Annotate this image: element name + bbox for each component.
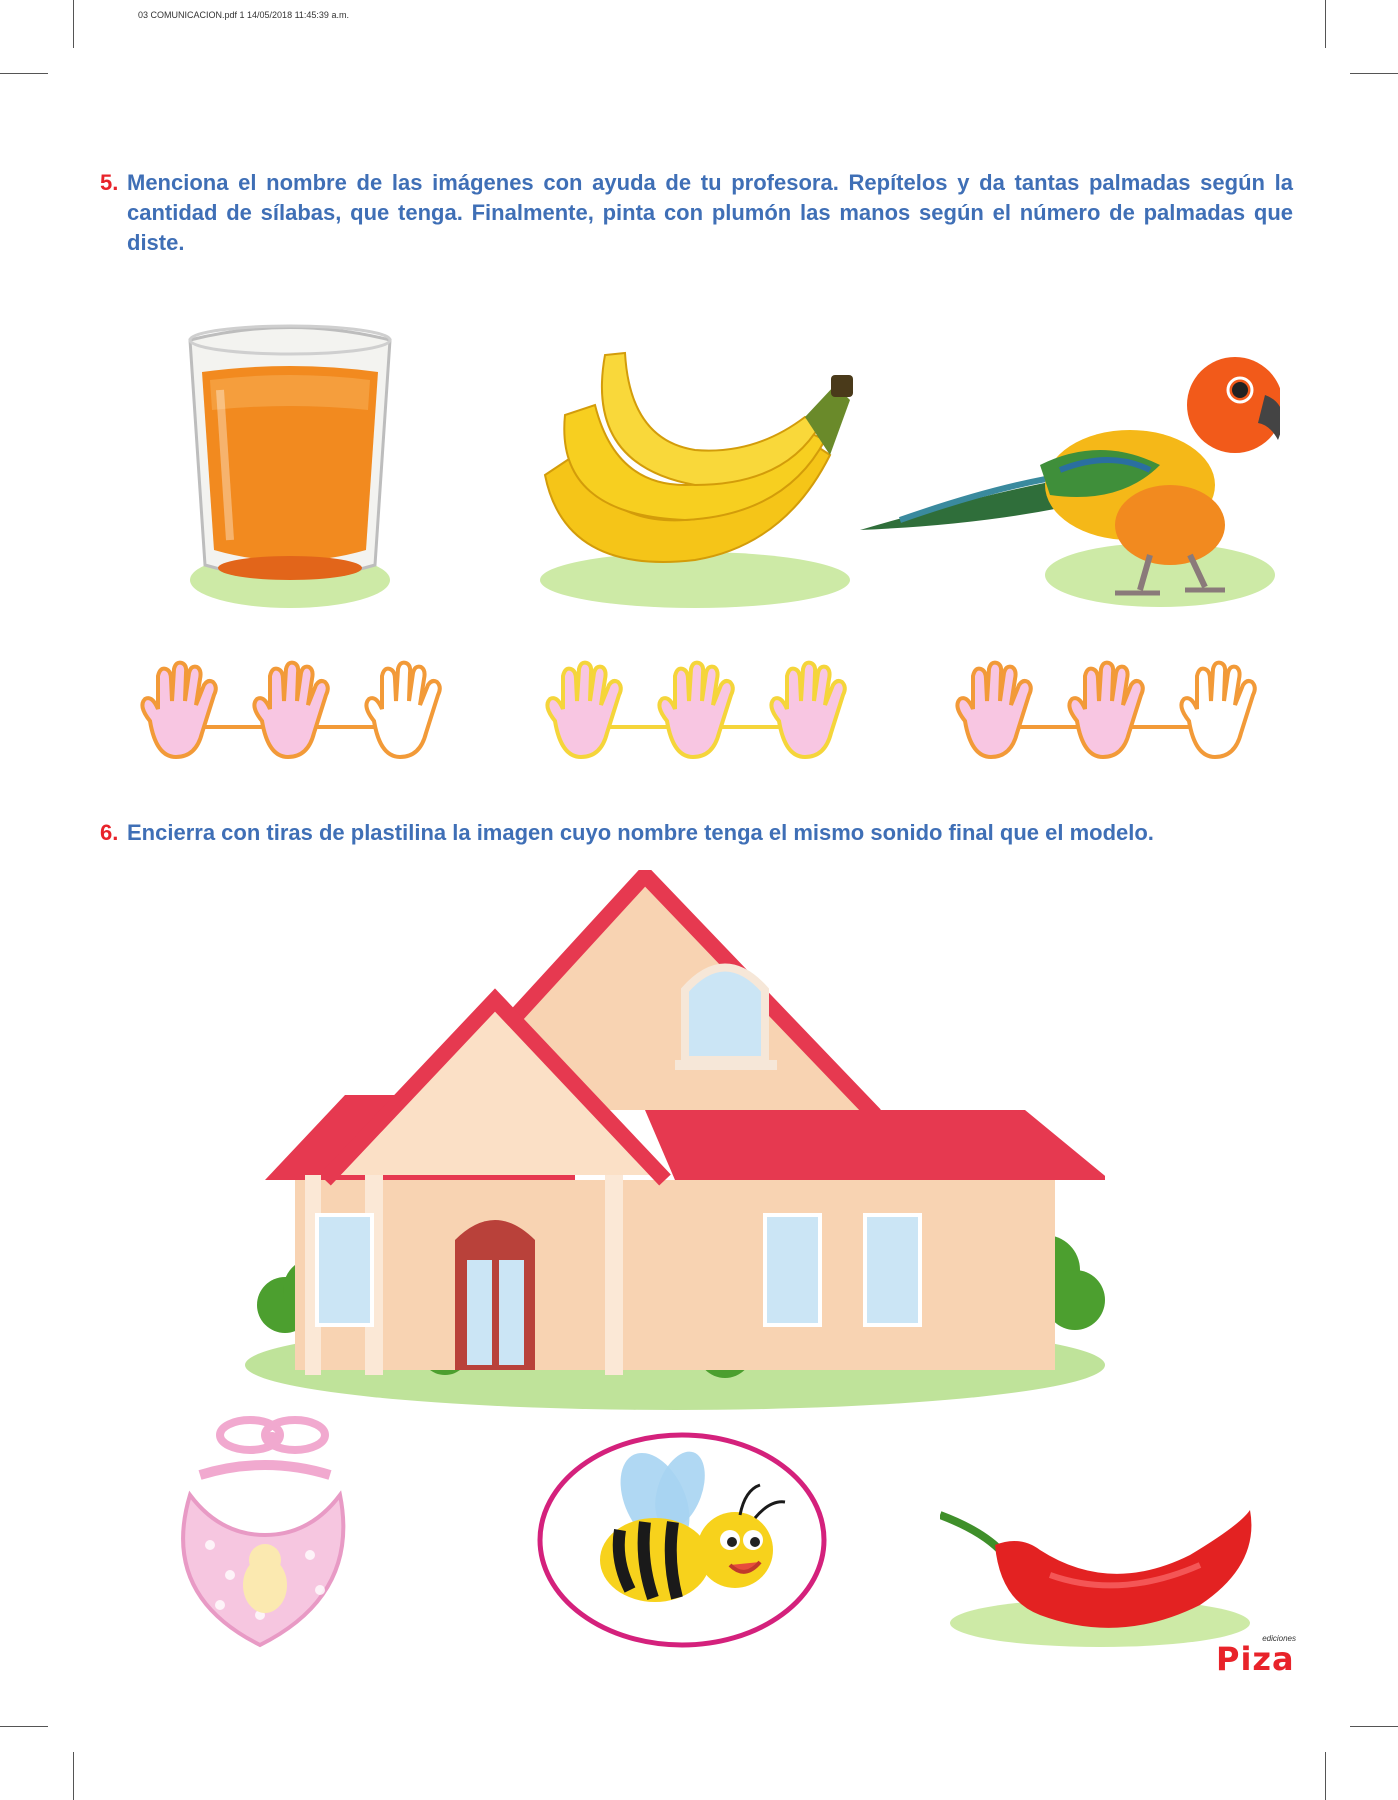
crop-mark xyxy=(1325,0,1326,48)
publisher-logo: ediciones Piza xyxy=(1216,1634,1298,1678)
crop-mark xyxy=(1325,1752,1326,1800)
clap-hand-icon xyxy=(545,660,623,760)
exercise-number: 5. xyxy=(100,170,119,195)
parrot-image xyxy=(860,357,1280,607)
clap-hand-icon xyxy=(140,660,218,760)
clap-hand-icon xyxy=(657,660,735,760)
crop-mark xyxy=(73,1752,74,1800)
juice-glass-image xyxy=(188,324,392,608)
house-image xyxy=(245,870,1105,1410)
crop-mark xyxy=(1350,73,1398,74)
clap-hands-group-1 xyxy=(140,660,442,760)
bee-image xyxy=(537,1432,827,1648)
clap-hand-icon xyxy=(1067,660,1145,760)
crop-mark xyxy=(1350,1726,1398,1727)
chili-pepper-image xyxy=(940,1510,1252,1647)
clap-hand-icon xyxy=(364,660,442,760)
clap-hands-group-3 xyxy=(955,660,1257,760)
clap-hands-group-2 xyxy=(545,660,847,760)
bananas-image xyxy=(540,351,853,608)
exercise-5: 5. Menciona el nombre de las imágenes co… xyxy=(100,168,1293,258)
clap-hand-icon xyxy=(769,660,847,760)
clap-hand-icon xyxy=(1179,660,1257,760)
crop-mark xyxy=(0,73,48,74)
publisher-logo-main: Piza xyxy=(1216,1640,1295,1678)
exercise-6: 6. Encierra con tiras de plastilina la i… xyxy=(100,818,1293,848)
exercise-instruction: Menciona el nombre de las imágenes con a… xyxy=(127,170,1293,255)
exercise-instruction: Encierra con tiras de plastilina la imag… xyxy=(127,820,1154,845)
exercise-number: 6. xyxy=(100,820,119,845)
clap-hand-icon xyxy=(955,660,1033,760)
crop-mark xyxy=(0,1726,48,1727)
clap-hand-icon xyxy=(252,660,330,760)
print-header: 03 COMUNICACION.pdf 1 14/05/2018 11:45:3… xyxy=(138,10,349,20)
baby-bib-image xyxy=(181,1416,346,1648)
crop-mark xyxy=(73,0,74,48)
